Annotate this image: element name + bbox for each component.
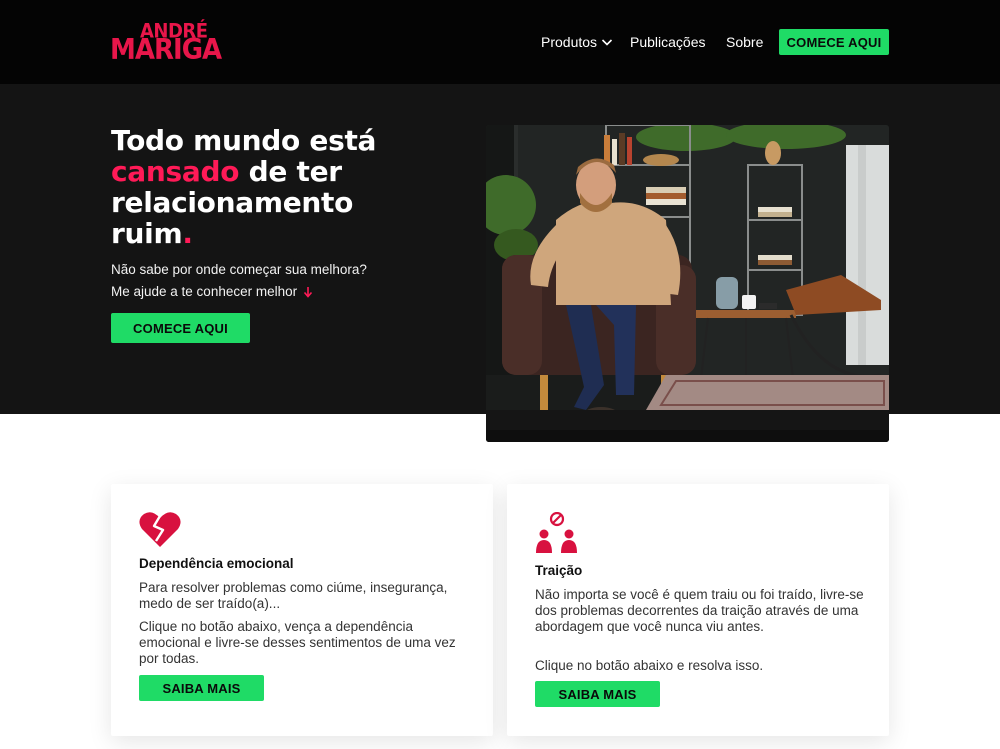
card-text-1: Para resolver problemas como ciúme, inse… (139, 580, 448, 611)
headline-dot: . (182, 217, 193, 250)
card-title: Dependência emocional (139, 556, 294, 571)
portrait-image (486, 125, 889, 442)
card-text-2: Clique no botão abaixo, vença a dependên… (139, 619, 456, 666)
saiba-mais-button[interactable]: SAIBA MAIS (139, 675, 264, 701)
headline-accent: cansado (111, 155, 240, 188)
hero-headline: Todo mundo está cansado de ter relaciona… (111, 125, 441, 249)
hero-subtitle-1: Não sabe por onde começar sua melhora? (111, 262, 367, 277)
card-title: Traição (535, 563, 583, 578)
card-text-2: Clique no botão abaixo e resolva isso. (535, 658, 764, 673)
arrow-down-icon (304, 286, 313, 298)
logo-line2: MARIGA (110, 33, 222, 67)
nav-produtos[interactable]: Produtos (541, 34, 613, 50)
nav-publicacoes[interactable]: Publicações (630, 34, 706, 50)
hero-subtitle-2: Me ajude a te conhecer melhor (111, 284, 313, 299)
headline-part1: Todo mundo está (111, 124, 377, 157)
site-header: ANDRÉ MARIGA Produtos Publicações Sobre … (0, 0, 1000, 84)
saiba-mais-button[interactable]: SAIBA MAIS (535, 681, 660, 707)
card-traicao: Traição Não importa se você é quem traiu… (507, 484, 889, 736)
card-text-1: Não importa se você é quem traiu ou foi … (535, 587, 864, 634)
chevron-down-icon (601, 39, 613, 46)
hero-subtitle-2-text: Me ajude a te conhecer melhor (111, 284, 298, 299)
card-dependencia: Dependência emocional Para resolver prob… (111, 484, 493, 736)
brand-logo[interactable]: ANDRÉ MARIGA (110, 21, 240, 67)
hero-photo (486, 125, 889, 442)
header-cta-button[interactable]: COMECE AQUI (779, 29, 889, 55)
nav-produtos-label: Produtos (541, 34, 598, 50)
hero-cta-button[interactable]: COMECE AQUI (111, 313, 250, 343)
betrayal-people-icon (536, 512, 577, 553)
broken-heart-icon (139, 512, 181, 547)
nav-sobre[interactable]: Sobre (726, 34, 763, 50)
